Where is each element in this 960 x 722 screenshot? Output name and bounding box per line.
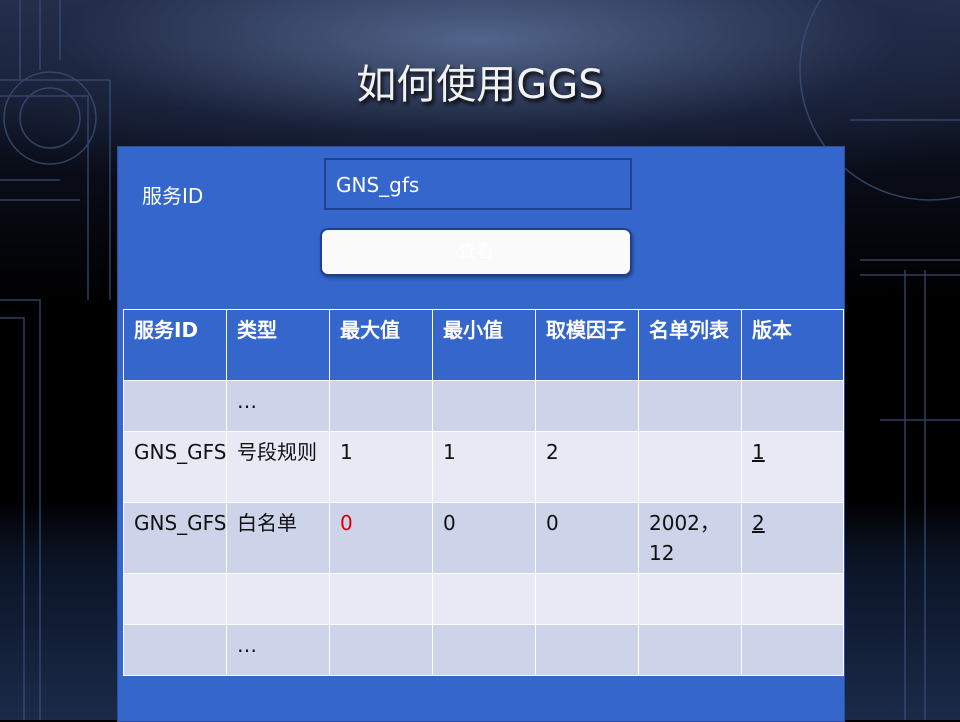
view-button[interactable]: 查看: [320, 228, 632, 276]
table-row: GNS_GFS 号段规则 1 1 2 1: [123, 431, 844, 503]
header-modulo: 取模因子: [535, 309, 639, 381]
table-cell: [432, 380, 536, 432]
table-cell: [638, 431, 742, 503]
table-cell: 0: [329, 502, 433, 574]
header-name-list: 名单列表: [638, 309, 742, 381]
service-id-input[interactable]: GNS_gfs: [324, 158, 632, 210]
table-cell: 1: [329, 431, 433, 503]
service-id-label: 服务ID: [142, 184, 204, 208]
table-cell: [535, 380, 639, 432]
header-version: 版本: [741, 309, 844, 381]
table-cell: 2002，12: [638, 502, 742, 574]
table-cell: [741, 624, 844, 676]
table-cell: [123, 573, 227, 625]
table-row: …: [123, 380, 844, 432]
table-cell: [741, 380, 844, 432]
table-row: [123, 573, 844, 625]
table-cell: [226, 573, 330, 625]
header-max: 最大值: [329, 309, 433, 381]
table-cell: [432, 624, 536, 676]
version-link[interactable]: 2: [752, 511, 765, 535]
table-cell: GNS_GFS: [123, 431, 227, 503]
table-cell: 号段规则: [226, 431, 330, 503]
table-cell: [329, 624, 433, 676]
table-cell: [329, 380, 433, 432]
table-cell: …: [226, 624, 330, 676]
table-cell: 1: [432, 431, 536, 503]
table-row: GNS_GFS 白名单 0 0 0 2002，12 2: [123, 502, 844, 574]
highlight-value: 0: [340, 511, 353, 535]
slide-title: 如何使用GGS: [356, 62, 604, 108]
table-cell: [329, 573, 433, 625]
table-cell: GNS_GFS: [123, 502, 227, 574]
table-cell: [638, 380, 742, 432]
version-cell: 1: [741, 431, 844, 503]
table-cell: 2: [535, 431, 639, 503]
table-cell: …: [226, 380, 330, 432]
table-cell: [432, 573, 536, 625]
table-cell: [535, 624, 639, 676]
table-cell: [741, 573, 844, 625]
table-cell: 0: [535, 502, 639, 574]
table-cell: [123, 380, 227, 432]
table-cell: [535, 573, 639, 625]
table-header-row: 服务ID 类型 最大值 最小值 取模因子 名单列表 版本: [123, 309, 844, 381]
table-row: …: [123, 624, 844, 676]
table-cell: 白名单: [226, 502, 330, 574]
table-cell: 0: [432, 502, 536, 574]
table-cell: [638, 573, 742, 625]
table-cell: [638, 624, 742, 676]
version-link[interactable]: 1: [752, 440, 765, 464]
header-service-id: 服务ID: [123, 309, 227, 381]
rules-table: 服务ID 类型 最大值 最小值 取模因子 名单列表 版本 … GNS_GFS 号…: [123, 309, 844, 676]
version-cell: 2: [741, 502, 844, 574]
header-min: 最小值: [432, 309, 536, 381]
table-cell: [123, 624, 227, 676]
header-type: 类型: [226, 309, 330, 381]
